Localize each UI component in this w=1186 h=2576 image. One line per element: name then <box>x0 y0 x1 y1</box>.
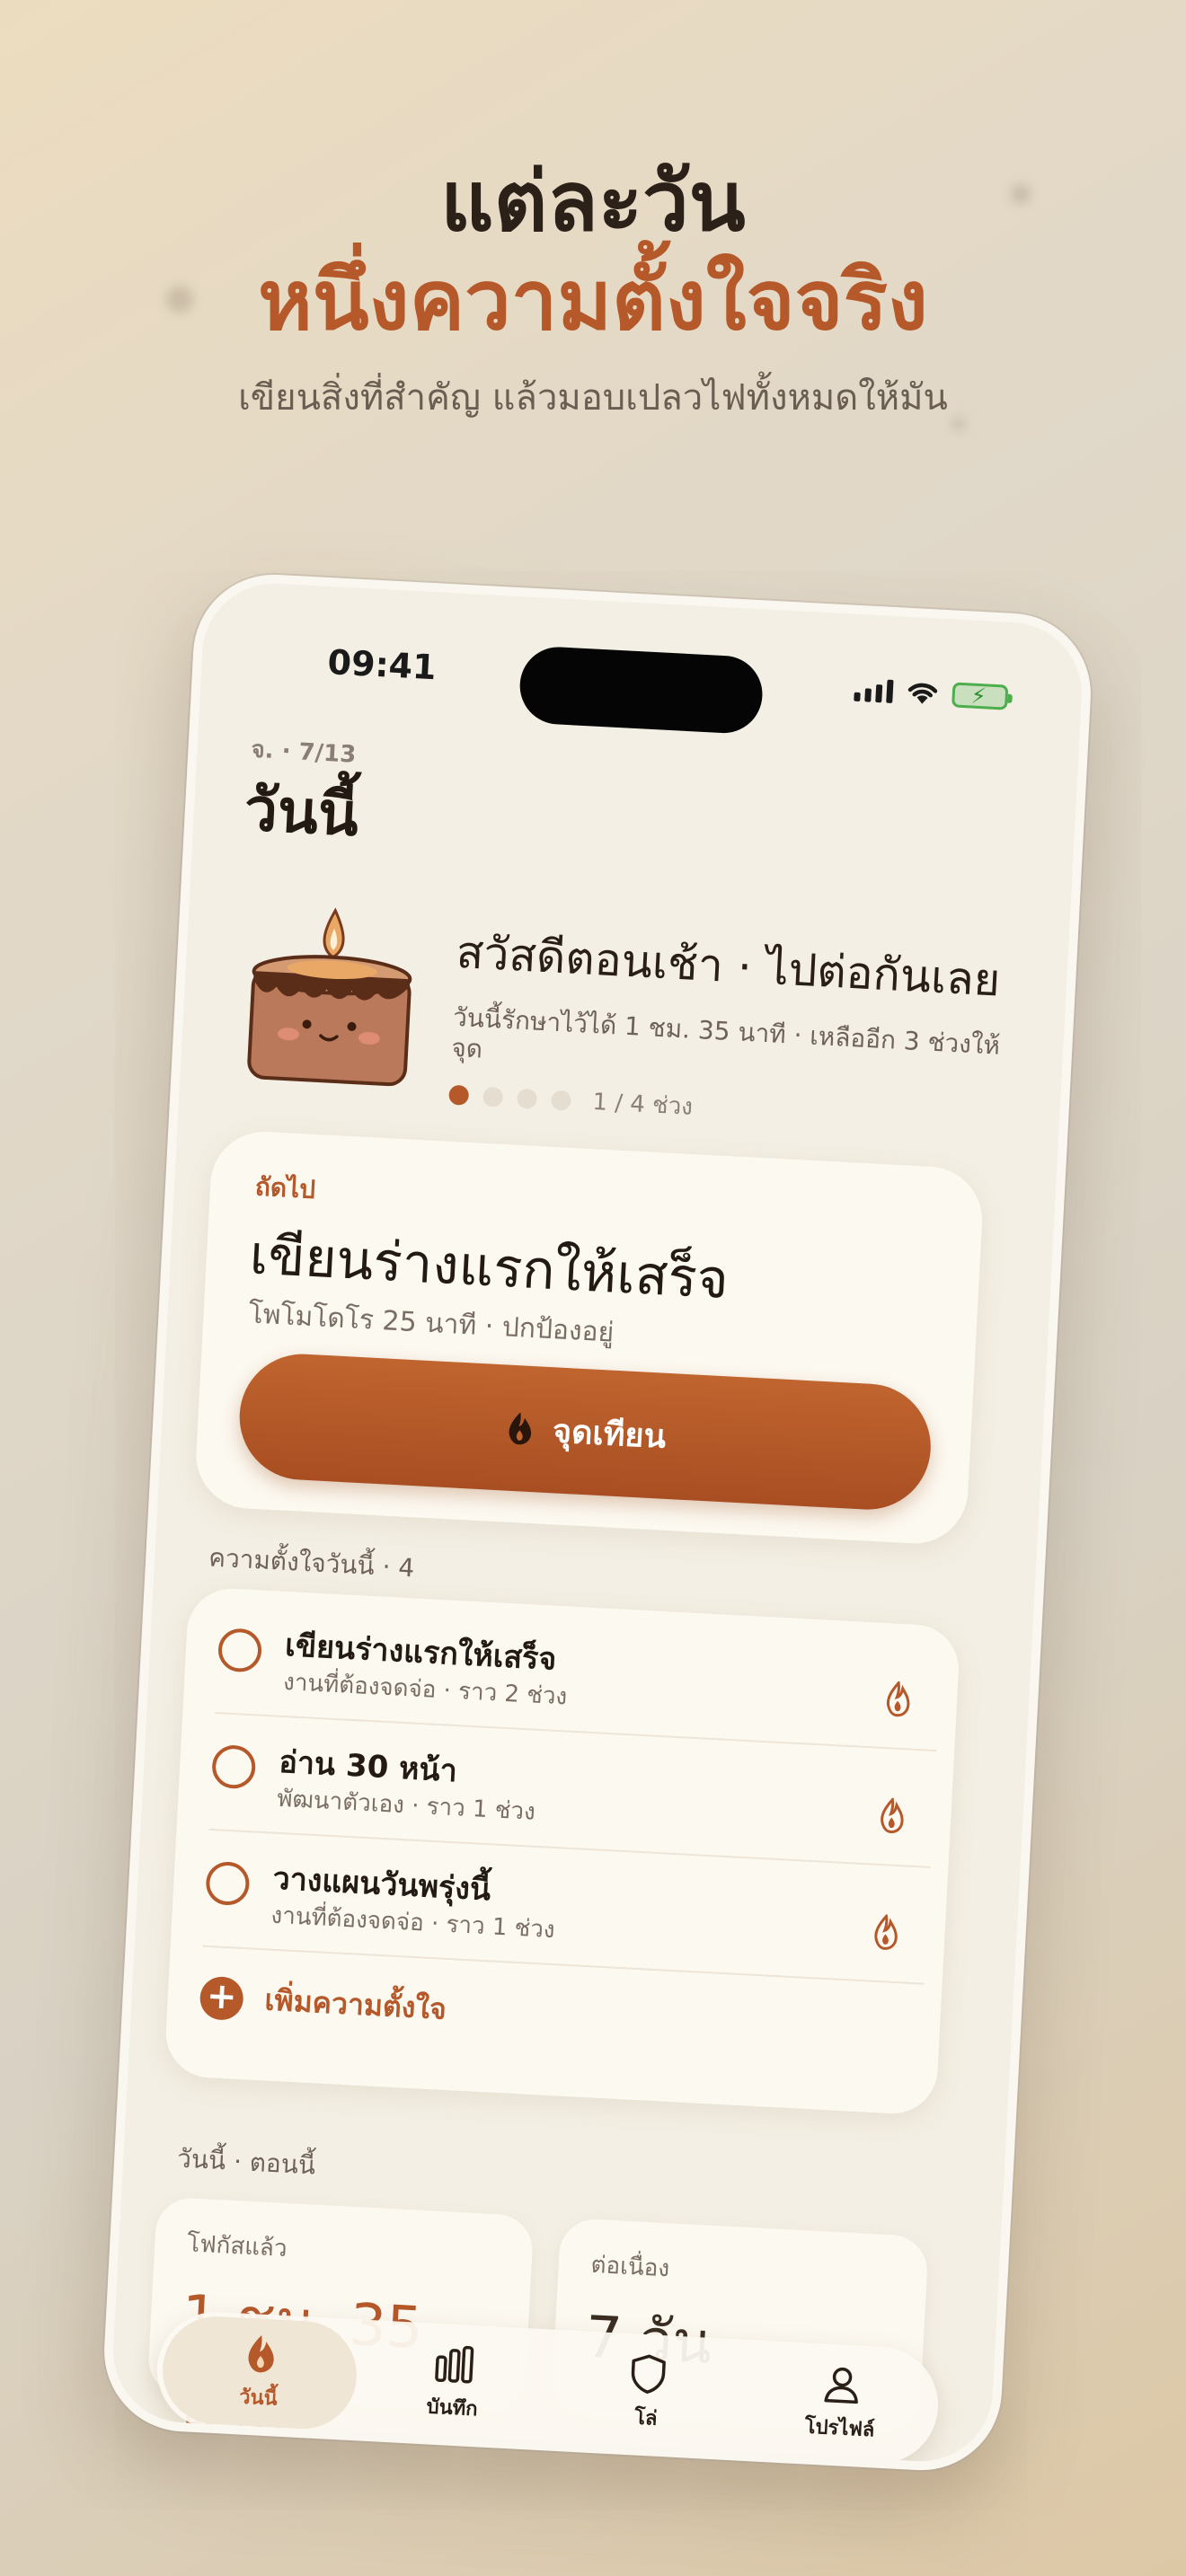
flame-icon[interactable] <box>882 1680 913 1718</box>
tab-label: โปรไฟล์ <box>804 2414 876 2442</box>
page-dot <box>482 1086 504 1107</box>
stats-section-label: วันนี้ · ตอนนี้ <box>176 2143 316 2181</box>
page-dot <box>550 1090 572 1111</box>
intention-meta: งานที่ต้องจดจ่อ · ราว 1 ช่วง <box>270 1901 556 1945</box>
page-dot <box>517 1088 538 1109</box>
flame-icon[interactable] <box>871 1913 901 1952</box>
battery-icon: ⚡ <box>951 682 1009 710</box>
hero-line-2: หนึ่งความตั้งใจจริง <box>258 252 928 348</box>
tab-today[interactable]: วันนี้ <box>159 2314 359 2432</box>
add-intention-button[interactable]: + เพิ่มความตั้งใจ <box>199 1974 447 2033</box>
candle-mascot-icon <box>247 907 412 1087</box>
intentions-section-label: ความตั้งใจวันนี้ · 4 <box>208 1542 416 1584</box>
plus-icon: + <box>199 1974 244 2021</box>
checkbox[interactable] <box>205 1860 251 1907</box>
tab-label: โล่ <box>633 2406 659 2430</box>
page-indicator-label: 1 / 4 ช่วง <box>591 1089 694 1121</box>
shield-icon <box>631 2354 666 2394</box>
status-time: 09:41 <box>326 642 438 688</box>
light-candle-button[interactable]: จุดเทียน <box>236 1351 934 1513</box>
next-task-card[interactable]: ถัดไป เขียนร่างแรกให้เสร็จ โพโมโดโร 25 น… <box>193 1129 986 1547</box>
tab-label: บันทึก <box>426 2395 479 2421</box>
bar-chart-icon <box>435 2345 474 2384</box>
tab-label: วันนี้ <box>238 2385 279 2411</box>
page-title: วันนี้ <box>243 774 361 850</box>
intentions-list: เขียนร่างแรกให้เสร็จ งานที่ต้องจดจ่อ · ร… <box>164 1586 961 2116</box>
flame-icon <box>509 1412 531 1445</box>
checkbox[interactable] <box>210 1743 257 1790</box>
person-icon <box>824 2367 858 2404</box>
dynamic-island <box>518 645 765 736</box>
greeting-title: สวัสดีตอนเช้า · ไปต่อกันเลย <box>455 925 1002 1007</box>
tab-log[interactable]: บันทึก <box>354 2324 553 2441</box>
checkbox[interactable] <box>217 1628 263 1673</box>
greeting-block: สวัสดีตอนเช้า · ไปต่อกันเลย วันนี้รักษาไ… <box>448 917 1033 1142</box>
page-dot-active <box>448 1084 470 1106</box>
focused-label: โฟกัสแล้ว <box>186 2230 288 2263</box>
wifi-icon <box>907 683 938 704</box>
hero-subtitle: เขียนสิ่งที่สำคัญ แล้วมอบเปลวไฟทั้งหมดให… <box>238 377 948 419</box>
status-icons: ⚡ <box>854 677 1009 710</box>
light-candle-label: จุดเทียน <box>552 1411 668 1455</box>
flame-icon[interactable] <box>876 1796 907 1835</box>
next-label: ถัดไป <box>254 1171 316 1205</box>
hero-heading: แต่ละวัน หนึ่งความตั้งใจจริง เขียนสิ่งที… <box>0 153 1186 426</box>
intention-meta: พัฒนาตัวเอง · ราว 1 ช่วง <box>276 1785 536 1826</box>
flame-icon <box>248 2334 274 2372</box>
signal-icon <box>854 678 894 703</box>
status-bar: 09:41 ⚡ <box>200 616 1084 736</box>
hero-line-1: แต่ละวัน <box>440 154 746 250</box>
streak-label: ต่อเนื่อง <box>589 2251 670 2283</box>
add-intention-label: เพิ่มความตั้งใจ <box>263 1982 447 2026</box>
tab-profile[interactable]: โปรไฟล์ <box>741 2344 941 2462</box>
phone-frame: 09:41 ⚡ จ. · 7/13 วันนี้ สวัสดีตอนเช้า ·… <box>100 570 1095 2475</box>
tab-shield[interactable]: โล่ <box>547 2334 747 2452</box>
